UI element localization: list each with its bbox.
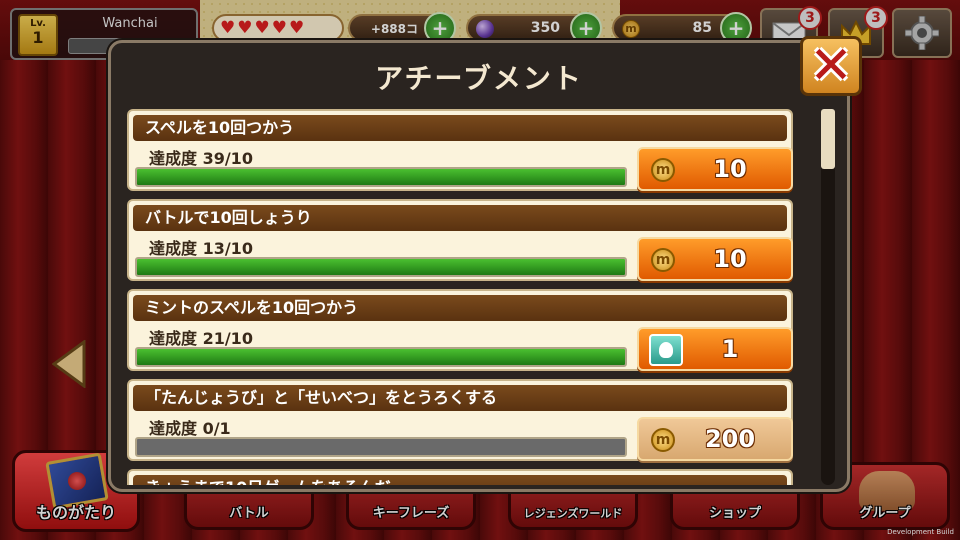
close-icon: ✕ — [809, 36, 853, 96]
character-reward-icon — [649, 334, 683, 366]
reward-value: 10 — [713, 245, 747, 273]
reward-value: 10 — [713, 155, 747, 183]
achievement-progress-bar — [135, 257, 627, 277]
achievement-row: スペルを10回つかう 達成度 39/10 m 10 — [127, 109, 793, 191]
reward-value: 200 — [704, 425, 756, 453]
achievement-progress-label: 達成度 39/10 — [149, 149, 253, 168]
achievement-title: 「たんじょうび」と「せいべつ」をとうろくする — [133, 385, 787, 411]
achievement-title: スペルを10回つかう — [133, 115, 787, 141]
modal-title: アチーブメント — [375, 62, 583, 95]
achievement-row: きょうまで10日ゲームをあそんだ — [127, 469, 793, 485]
achievement-row: バトルで10回しょうり 達成度 13/10 m 10 — [127, 199, 793, 281]
claim-reward-button[interactable]: m 200 — [637, 417, 793, 461]
achievement-list[interactable]: スペルを10回つかう 達成度 39/10 m 10 バトルで10回しょうり 達成… — [127, 107, 817, 485]
progress-fill — [137, 259, 625, 275]
achievement-progress-bar — [135, 437, 627, 457]
progress-fill — [137, 169, 625, 185]
achievement-progress-label: 達成度 0/1 — [149, 419, 231, 438]
coin-icon: m — [651, 158, 675, 182]
coin-icon: m — [651, 248, 675, 272]
claim-reward-button[interactable]: m 10 — [637, 147, 793, 191]
claim-reward-button[interactable]: 1 — [637, 327, 793, 371]
achievements-modal: アチーブメント スペルを10回つかう 達成度 39/10 m 10 バトルで10… — [108, 40, 850, 492]
achievement-progress-label: 達成度 21/10 — [149, 329, 253, 348]
achievement-progress-label: 達成度 13/10 — [149, 239, 253, 258]
achievement-progress-bar — [135, 167, 627, 187]
reward-value: 1 — [721, 335, 739, 363]
achievement-row: ミントのスペルを10回つかう 達成度 21/10 1 — [127, 289, 793, 371]
close-button[interactable]: ✕ — [800, 36, 862, 96]
scrollbar[interactable] — [821, 109, 835, 485]
progress-fill — [137, 349, 625, 365]
coin-icon: m — [651, 428, 675, 452]
achievement-row: 「たんじょうび」と「せいべつ」をとうろくする 達成度 0/1 m 200 — [127, 379, 793, 461]
achievement-title: ミントのスペルを10回つかう — [133, 295, 787, 321]
achievement-title: バトルで10回しょうり — [133, 205, 787, 231]
achievement-title: きょうまで10日ゲームをあそんだ — [133, 475, 787, 485]
achievement-progress-bar — [135, 347, 627, 367]
claim-reward-button[interactable]: m 10 — [637, 237, 793, 281]
scrollbar-thumb[interactable] — [821, 109, 835, 169]
